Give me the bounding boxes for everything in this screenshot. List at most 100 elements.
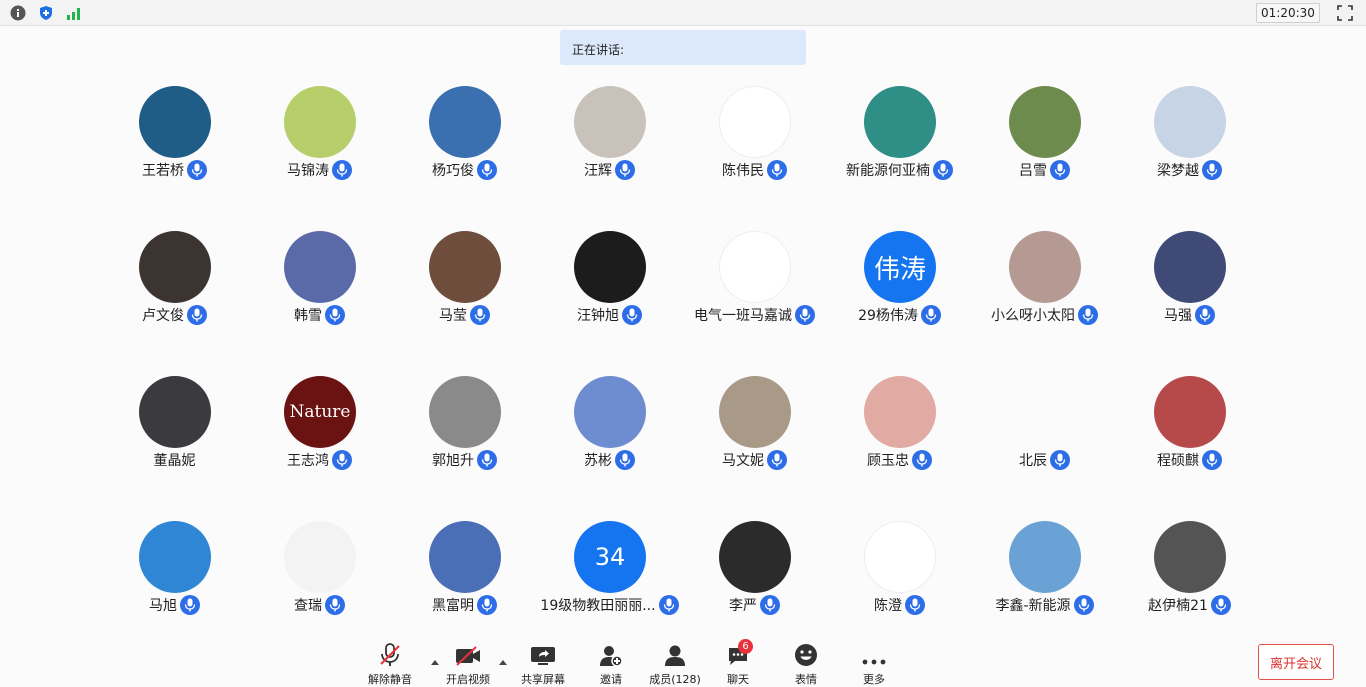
- shield-icon[interactable]: [37, 4, 55, 22]
- unmute-label: 解除静音: [368, 673, 412, 686]
- start-video-button[interactable]: 开启视频: [444, 643, 492, 687]
- participant-tile[interactable]: 小么呀小太阳: [972, 231, 1117, 341]
- participant-name-row: 韩雪: [247, 304, 392, 326]
- participant-tile[interactable]: 黑富明: [392, 521, 537, 631]
- participant-name: 王志鸿: [287, 453, 329, 469]
- participant-tile[interactable]: 郭旭升: [392, 376, 537, 486]
- participant-tile[interactable]: 赵伊楠21: [1117, 521, 1262, 631]
- participant-tile[interactable]: 李严: [682, 521, 827, 631]
- participant-tile[interactable]: 卢文俊: [102, 231, 247, 341]
- participant-tile[interactable]: 查瑞: [247, 521, 392, 631]
- mic-icon: [1195, 305, 1215, 325]
- participant-tile[interactable]: 杨巧俊: [392, 86, 537, 196]
- participant-tile[interactable]: Nature 王志鸿: [247, 376, 392, 486]
- participant-tile[interactable]: 34 19级物教田丽丽...: [537, 521, 682, 631]
- participant-name: 李严: [729, 598, 757, 614]
- participant-tile[interactable]: 董晶妮: [102, 376, 247, 486]
- participant-avatar: [864, 86, 936, 158]
- participant-name: 苏彬: [584, 453, 612, 469]
- share-screen-button[interactable]: 共享屏幕: [518, 643, 568, 687]
- mic-icon: [1050, 160, 1070, 180]
- participant-tile[interactable]: 吕雪: [972, 86, 1117, 196]
- invite-button[interactable]: 邀请: [594, 643, 628, 687]
- participant-name-row: 王若桥: [102, 159, 247, 181]
- participant-name: 董晶妮: [153, 453, 196, 469]
- smiley-icon: [794, 643, 818, 667]
- participant-tile[interactable]: 马文妮: [682, 376, 827, 486]
- mic-icon: [325, 595, 345, 615]
- participant-name: 小么呀小太阳: [991, 308, 1075, 324]
- video-label: 开启视频: [446, 673, 490, 686]
- participant-name-row: 马莹: [392, 304, 537, 326]
- caret-up-icon[interactable]: [430, 651, 440, 665]
- participant-tile[interactable]: 电气一班马嘉诚: [682, 231, 827, 341]
- video-off-icon: [454, 643, 482, 667]
- participant-avatar: [574, 86, 646, 158]
- participant-tile[interactable]: 马锦涛: [247, 86, 392, 196]
- participant-tile[interactable]: 苏彬: [537, 376, 682, 486]
- info-icon[interactable]: [9, 4, 27, 22]
- participant-avatar: [719, 86, 791, 158]
- participant-tile[interactable]: 顾玉忠: [827, 376, 972, 486]
- participant-tile[interactable]: 马莹: [392, 231, 537, 341]
- participant-tile[interactable]: 马强: [1117, 231, 1262, 341]
- participant-name: 顾玉忠: [867, 453, 909, 469]
- emoji-button[interactable]: 表情: [790, 643, 822, 687]
- participant-name-row: 查瑞: [247, 594, 392, 616]
- participant-name: 赵伊楠21: [1148, 598, 1208, 614]
- participant-name-row: 李严: [682, 594, 827, 616]
- participant-name-row: 马锦涛: [247, 159, 392, 181]
- participant-avatar: [719, 521, 791, 593]
- fullscreen-icon[interactable]: [1336, 4, 1354, 22]
- participant-tile[interactable]: 王若桥: [102, 86, 247, 196]
- participant-name-row: 29杨伟涛: [827, 304, 972, 326]
- meeting-timer: 01:20:30: [1256, 3, 1320, 23]
- participant-tile[interactable]: 新能源何亚楠: [827, 86, 972, 196]
- participant-tile[interactable]: 马旭: [102, 521, 247, 631]
- avatar-initials: 伟涛: [873, 254, 926, 285]
- participant-name: 程硕麒: [1157, 453, 1199, 469]
- participant-tile[interactable]: 韩雪: [247, 231, 392, 341]
- leave-meeting-button[interactable]: 离开会议: [1258, 644, 1334, 680]
- members-button[interactable]: 成员(128): [647, 643, 703, 687]
- participant-tile[interactable]: 汪辉: [537, 86, 682, 196]
- participant-name: 新能源何亚楠: [846, 163, 930, 179]
- mic-icon: [470, 305, 490, 325]
- participant-avatar: [139, 521, 211, 593]
- participant-avatar: [1009, 231, 1081, 303]
- members-label: 成员(128): [649, 673, 701, 686]
- participant-name: 马强: [1164, 308, 1192, 324]
- participant-tile[interactable]: 李鑫-新能源: [972, 521, 1117, 631]
- participant-name: 梁梦越: [1157, 163, 1199, 179]
- mic-icon: [477, 160, 497, 180]
- participant-tile[interactable]: 程硕麒: [1117, 376, 1262, 486]
- participant-avatar: [574, 376, 646, 448]
- more-label: 更多: [863, 673, 885, 686]
- participant-avatar: 34: [574, 521, 646, 593]
- more-button[interactable]: 更多: [858, 643, 890, 687]
- signal-icon[interactable]: [65, 4, 83, 22]
- participant-tile[interactable]: 陈澄: [827, 521, 972, 631]
- participant-name-row: 马强: [1117, 304, 1262, 326]
- participant-name: 汪辉: [584, 163, 612, 179]
- participant-tile[interactable]: 梁梦越: [1117, 86, 1262, 196]
- more-dots-icon: [862, 643, 886, 667]
- mic-icon: [1210, 595, 1231, 615]
- caret-up-icon[interactable]: [498, 651, 508, 665]
- participant-name: 马锦涛: [287, 163, 329, 179]
- participant-name-row: 杨巧俊: [392, 159, 537, 181]
- participant-tile[interactable]: 伟涛 29杨伟涛: [827, 231, 972, 341]
- mic-icon: [905, 595, 925, 615]
- participant-name: 黑富明: [432, 598, 474, 614]
- mic-icon: [615, 160, 635, 180]
- participant-name: 陈澄: [874, 598, 902, 614]
- participant-tile[interactable]: 汪钟旭: [537, 231, 682, 341]
- mic-icon: [187, 160, 207, 180]
- participant-tile[interactable]: 陈伟民: [682, 86, 827, 196]
- participant-name: 马旭: [149, 598, 177, 614]
- unmute-button[interactable]: 解除静音: [366, 643, 414, 687]
- mic-icon: [180, 595, 200, 615]
- participant-name-row: 电气一班马嘉诚: [682, 304, 827, 326]
- participant-tile[interactable]: 北辰: [972, 376, 1117, 486]
- avatar-initials: Nature: [289, 402, 351, 422]
